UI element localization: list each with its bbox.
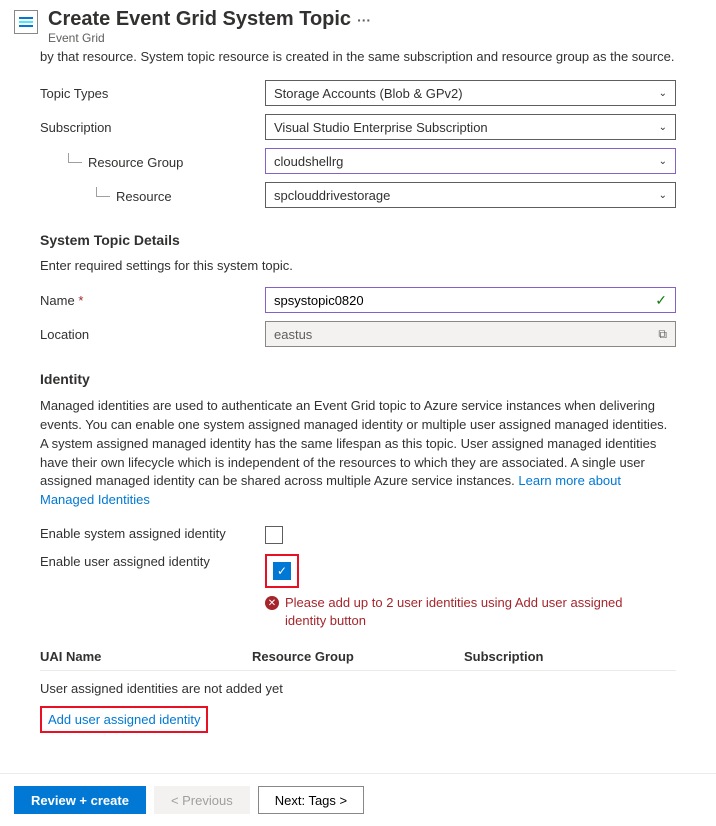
topic-types-label: Topic Types (40, 86, 265, 101)
add-user-identity-link[interactable]: Add user assigned identity (48, 712, 200, 727)
error-icon: ✕ (265, 596, 279, 610)
review-create-button[interactable]: Review + create (14, 786, 146, 814)
check-icon: ✓ (655, 292, 667, 309)
name-input[interactable] (274, 293, 655, 308)
page-header: Create Event Grid System Topic ··· Event … (0, 0, 716, 49)
col-uai-name: UAI Name (40, 649, 252, 664)
system-topic-sub: Enter required settings for this system … (40, 258, 676, 273)
highlight-box: Add user assigned identity (40, 706, 208, 733)
intro-text: by that resource. System topic resource … (0, 49, 716, 80)
topic-types-select[interactable]: Storage Accounts (Blob & GPv2) ⌄ (265, 80, 676, 106)
page-subtitle: Event Grid (48, 31, 371, 45)
name-input-wrap: ✓ (265, 287, 676, 313)
resource-label: Resource (40, 187, 265, 204)
highlight-box: ✓ (265, 554, 299, 588)
subscription-select[interactable]: Visual Studio Enterprise Subscription ⌄ (265, 114, 676, 140)
chevron-down-icon: ⌄ (659, 88, 667, 99)
error-message: ✕ Please add up to 2 user identities usi… (265, 594, 635, 629)
user-identity-checkbox[interactable]: ✓ (273, 562, 291, 580)
chevron-down-icon: ⌄ (659, 122, 667, 133)
chevron-down-icon: ⌄ (659, 190, 667, 201)
chevron-down-icon: ⌄ (659, 156, 667, 167)
event-grid-icon (14, 10, 38, 34)
footer-buttons: Review + create < Previous Next: Tags > (0, 773, 716, 826)
table-empty: User assigned identities are not added y… (40, 671, 676, 706)
system-topic-heading: System Topic Details (40, 232, 676, 248)
resource-select[interactable]: spclouddrivestorage ⌄ (265, 182, 676, 208)
system-identity-label: Enable system assigned identity (40, 526, 265, 541)
name-label: Name * (40, 293, 265, 308)
resource-group-select[interactable]: cloudshellrg ⌄ (265, 148, 676, 174)
location-label: Location (40, 327, 265, 342)
user-identity-label: Enable user assigned identity (40, 554, 265, 569)
subscription-label: Subscription (40, 120, 265, 135)
copy-icon[interactable]: ⧉ (658, 327, 667, 342)
page-title: Create Event Grid System Topic (48, 8, 351, 30)
previous-button: < Previous (154, 786, 250, 814)
more-icon[interactable]: ··· (357, 12, 371, 28)
col-resource-group: Resource Group (252, 649, 464, 664)
identity-heading: Identity (40, 371, 676, 387)
identity-description: Managed identities are used to authentic… (40, 397, 676, 510)
resource-group-label: Resource Group (40, 153, 265, 170)
next-button[interactable]: Next: Tags > (258, 786, 364, 814)
system-identity-checkbox[interactable] (265, 526, 283, 544)
col-subscription: Subscription (464, 649, 676, 664)
location-readonly: eastus ⧉ (265, 321, 676, 347)
uai-table: UAI Name Resource Group Subscription Use… (40, 643, 676, 706)
